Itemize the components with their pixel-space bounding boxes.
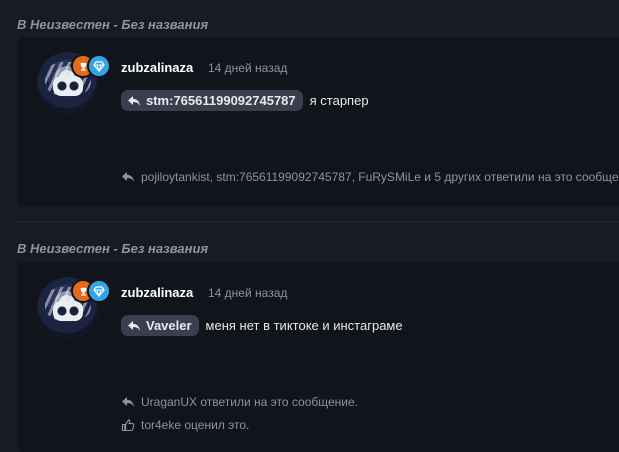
replies-text[interactable]: pojiloytankist, stm:76561199092745787, F… [141, 170, 619, 184]
author-avatar-container[interactable] [37, 52, 111, 122]
diamond-badge-icon [87, 279, 111, 303]
message-body: stm:76561199092745787 я старпер [121, 90, 369, 111]
author-name[interactable]: zubzalinaza [121, 60, 193, 75]
message-body: Vaveler меня нет в тиктоке и инстаграме [121, 315, 403, 336]
post-card: zubzalinaza 14 дней назад Vaveler меня н… [17, 262, 619, 452]
mention-tag[interactable]: Vaveler [121, 315, 199, 336]
likes-text[interactable]: tor4eke оценил это. [141, 418, 249, 432]
post-section-title[interactable]: В Неизвестен - Без названия [17, 17, 208, 32]
author-avatar-container[interactable] [37, 277, 111, 347]
message-text: я старпер [309, 93, 369, 108]
post-section-title[interactable]: В Неизвестен - Без названия [17, 241, 208, 256]
reply-arrow-icon [128, 95, 140, 106]
message-text: меня нет в тиктоке и инстаграме [205, 318, 403, 333]
likes-summary[interactable]: tor4eke оценил это. [121, 418, 249, 432]
thumbs-up-icon [121, 419, 135, 431]
post-card: zubzalinaza 14 дней назад stm:7656119909… [17, 37, 619, 207]
replies-summary[interactable]: UraganUX ответили на это сообщение. [121, 395, 358, 409]
reply-arrow-icon [122, 397, 134, 407]
replies-text[interactable]: UraganUX ответили на это сообщение. [141, 395, 358, 409]
mention-tag[interactable]: stm:76561199092745787 [121, 90, 303, 111]
post-time[interactable]: 14 дней назад [208, 61, 287, 75]
mention-label: Vaveler [146, 318, 192, 333]
mention-label: stm:76561199092745787 [146, 93, 296, 108]
post-divider [17, 221, 619, 222]
diamond-badge-icon [87, 54, 111, 78]
reply-arrow-icon [128, 320, 140, 331]
replies-summary[interactable]: pojiloytankist, stm:76561199092745787, F… [121, 170, 619, 184]
author-name[interactable]: zubzalinaza [121, 285, 193, 300]
post-time[interactable]: 14 дней назад [208, 286, 287, 300]
reply-arrow-icon [122, 172, 134, 182]
